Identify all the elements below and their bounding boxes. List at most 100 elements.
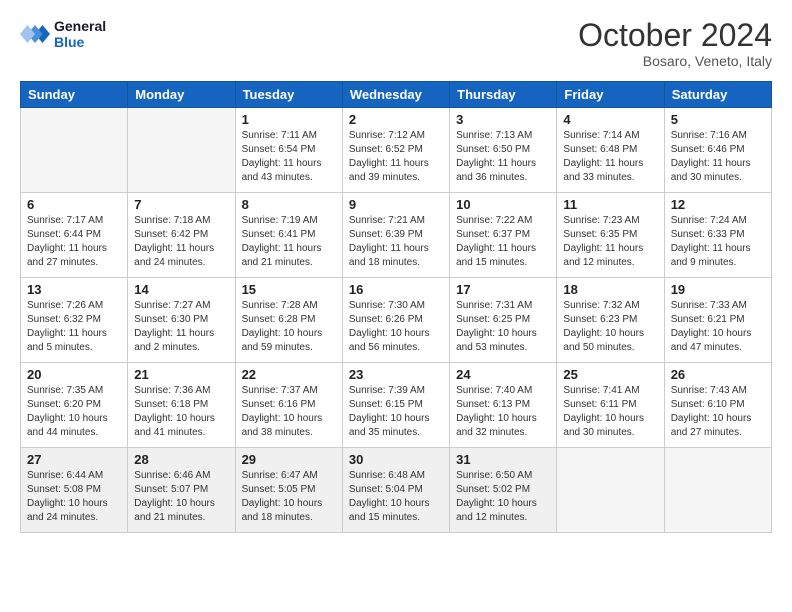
logo-text: General Blue [54, 18, 106, 50]
day-number: 21 [134, 367, 228, 382]
day-number: 8 [242, 197, 336, 212]
day-number: 14 [134, 282, 228, 297]
day-info: Sunrise: 7:35 AM Sunset: 6:20 PM Dayligh… [27, 384, 121, 440]
calendar-cell: 6 Sunrise: 7:17 AM Sunset: 6:44 PM Daylig… [21, 193, 128, 278]
day-number: 10 [456, 197, 550, 212]
day-info: Sunrise: 7:11 AM Sunset: 6:54 PM Dayligh… [242, 129, 336, 185]
day-number: 5 [671, 112, 765, 127]
day-info: Sunrise: 7:12 AM Sunset: 6:52 PM Dayligh… [349, 129, 443, 185]
calendar-cell: 29Sunrise: 6:47 AM Sunset: 5:05 PM Dayli… [235, 448, 342, 533]
calendar-cell: 17 Sunrise: 7:31 AM Sunset: 6:25 PM Dayli… [450, 278, 557, 363]
day-number: 24 [456, 367, 550, 382]
day-number: 2 [349, 112, 443, 127]
day-info: Sunrise: 7:18 AM Sunset: 6:42 PM Dayligh… [134, 214, 228, 270]
calendar-cell: 9 Sunrise: 7:21 AM Sunset: 6:39 PM Daylig… [342, 193, 449, 278]
day-info: Sunrise: 7:24 AM Sunset: 6:33 PM Dayligh… [671, 214, 765, 270]
calendar-cell: 18Sunrise: 7:32 AM Sunset: 6:23 PM Dayli… [557, 278, 664, 363]
day-info: Sunrise: 6:47 AM Sunset: 5:05 PM Dayligh… [242, 469, 336, 525]
calendar-cell: 10 Sunrise: 7:22 AM Sunset: 6:37 PM Dayli… [450, 193, 557, 278]
calendar-cell: 30Sunrise: 6:48 AM Sunset: 5:04 PM Dayli… [342, 448, 449, 533]
header: General Blue October 2024 Bosaro, Veneto… [20, 18, 772, 69]
day-info: Sunrise: 7:31 AM Sunset: 6:25 PM Dayligh… [456, 299, 550, 355]
day-number: 20 [27, 367, 121, 382]
day-number: 6 [27, 197, 121, 212]
day-number: 25 [563, 367, 657, 382]
day-number: 9 [349, 197, 443, 212]
calendar-cell: 20 Sunrise: 7:35 AM Sunset: 6:20 PM Dayli… [21, 363, 128, 448]
day-info: Sunrise: 7:43 AM Sunset: 6:10 PM Dayligh… [671, 384, 765, 440]
calendar-cell: 25Sunrise: 7:41 AM Sunset: 6:11 PM Dayli… [557, 363, 664, 448]
weekday-header-wednesday: Wednesday [342, 82, 449, 108]
calendar-cell: 15 Sunrise: 7:28 AM Sunset: 6:28 PM Dayli… [235, 278, 342, 363]
day-info: Sunrise: 7:33 AM Sunset: 6:21 PM Dayligh… [671, 299, 765, 355]
calendar-cell: 31 Sunrise: 6:50 AM Sunset: 5:02 PM Dayli… [450, 448, 557, 533]
day-number: 30 [349, 452, 443, 467]
day-number: 1 [242, 112, 336, 127]
day-info: Sunrise: 6:50 AM Sunset: 5:02 PM Dayligh… [456, 469, 550, 525]
day-info: Sunrise: 7:19 AM Sunset: 6:41 PM Dayligh… [242, 214, 336, 270]
day-number: 13 [27, 282, 121, 297]
day-number: 11 [563, 197, 657, 212]
day-info: Sunrise: 7:28 AM Sunset: 6:28 PM Dayligh… [242, 299, 336, 355]
calendar-cell: 14 Sunrise: 7:27 AM Sunset: 6:30 PM Dayli… [128, 278, 235, 363]
day-number: 23 [349, 367, 443, 382]
calendar-cell: 19 Sunrise: 7:33 AM Sunset: 6:21 PM Dayli… [664, 278, 771, 363]
day-number: 28 [134, 452, 228, 467]
day-info: Sunrise: 7:37 AM Sunset: 6:16 PM Dayligh… [242, 384, 336, 440]
day-number: 31 [456, 452, 550, 467]
weekday-header-monday: Monday [128, 82, 235, 108]
day-info: Sunrise: 7:14 AM Sunset: 6:48 PM Dayligh… [563, 129, 657, 185]
calendar-cell: 22 Sunrise: 7:37 AM Sunset: 6:16 PM Dayli… [235, 363, 342, 448]
weekday-header-saturday: Saturday [664, 82, 771, 108]
day-info: Sunrise: 7:26 AM Sunset: 6:32 PM Dayligh… [27, 299, 121, 355]
day-info: Sunrise: 7:17 AM Sunset: 6:44 PM Dayligh… [27, 214, 121, 270]
calendar-cell: 11 Sunrise: 7:23 AM Sunset: 6:35 PM Dayli… [557, 193, 664, 278]
week-row-4: 27 Sunrise: 6:44 AM Sunset: 5:08 PM Dayli… [21, 448, 772, 533]
calendar-cell: 24 Sunrise: 7:40 AM Sunset: 6:13 PM Dayli… [450, 363, 557, 448]
calendar-cell: 28 Sunrise: 6:46 AM Sunset: 5:07 PM Dayli… [128, 448, 235, 533]
day-number: 17 [456, 282, 550, 297]
calendar-cell: 23Sunrise: 7:39 AM Sunset: 6:15 PM Dayli… [342, 363, 449, 448]
day-info: Sunrise: 7:40 AM Sunset: 6:13 PM Dayligh… [456, 384, 550, 440]
weekday-header-row: SundayMondayTuesdayWednesdayThursdayFrid… [21, 82, 772, 108]
day-number: 27 [27, 452, 121, 467]
month-title: October 2024 [578, 18, 772, 53]
day-info: Sunrise: 7:23 AM Sunset: 6:35 PM Dayligh… [563, 214, 657, 270]
calendar: SundayMondayTuesdayWednesdayThursdayFrid… [20, 81, 772, 533]
calendar-cell: 16Sunrise: 7:30 AM Sunset: 6:26 PM Dayli… [342, 278, 449, 363]
calendar-cell: 27 Sunrise: 6:44 AM Sunset: 5:08 PM Dayli… [21, 448, 128, 533]
calendar-cell: 5 Sunrise: 7:16 AM Sunset: 6:46 PM Daylig… [664, 108, 771, 193]
week-row-0: 1 Sunrise: 7:11 AM Sunset: 6:54 PM Daylig… [21, 108, 772, 193]
day-number: 22 [242, 367, 336, 382]
day-number: 7 [134, 197, 228, 212]
weekday-header-sunday: Sunday [21, 82, 128, 108]
calendar-cell: 21 Sunrise: 7:36 AM Sunset: 6:18 PM Dayli… [128, 363, 235, 448]
week-row-1: 6 Sunrise: 7:17 AM Sunset: 6:44 PM Daylig… [21, 193, 772, 278]
day-info: Sunrise: 7:21 AM Sunset: 6:39 PM Dayligh… [349, 214, 443, 270]
day-info: Sunrise: 7:22 AM Sunset: 6:37 PM Dayligh… [456, 214, 550, 270]
calendar-cell: 12 Sunrise: 7:24 AM Sunset: 6:33 PM Dayli… [664, 193, 771, 278]
calendar-cell: 13 Sunrise: 7:26 AM Sunset: 6:32 PM Dayli… [21, 278, 128, 363]
day-number: 3 [456, 112, 550, 127]
day-number: 15 [242, 282, 336, 297]
calendar-cell: 2 Sunrise: 7:12 AM Sunset: 6:52 PM Daylig… [342, 108, 449, 193]
calendar-cell: 8 Sunrise: 7:19 AM Sunset: 6:41 PM Daylig… [235, 193, 342, 278]
day-number: 4 [563, 112, 657, 127]
day-info: Sunrise: 6:46 AM Sunset: 5:07 PM Dayligh… [134, 469, 228, 525]
title-block: October 2024 Bosaro, Veneto, Italy [578, 18, 772, 69]
day-number: 19 [671, 282, 765, 297]
week-row-2: 13 Sunrise: 7:26 AM Sunset: 6:32 PM Dayli… [21, 278, 772, 363]
weekday-header-tuesday: Tuesday [235, 82, 342, 108]
day-info: Sunrise: 6:44 AM Sunset: 5:08 PM Dayligh… [27, 469, 121, 525]
calendar-cell [664, 448, 771, 533]
week-row-3: 20 Sunrise: 7:35 AM Sunset: 6:20 PM Dayli… [21, 363, 772, 448]
calendar-cell: 3 Sunrise: 7:13 AM Sunset: 6:50 PM Daylig… [450, 108, 557, 193]
day-info: Sunrise: 7:13 AM Sunset: 6:50 PM Dayligh… [456, 129, 550, 185]
day-info: Sunrise: 7:16 AM Sunset: 6:46 PM Dayligh… [671, 129, 765, 185]
calendar-cell: 1 Sunrise: 7:11 AM Sunset: 6:54 PM Daylig… [235, 108, 342, 193]
day-info: Sunrise: 7:36 AM Sunset: 6:18 PM Dayligh… [134, 384, 228, 440]
location: Bosaro, Veneto, Italy [578, 53, 772, 69]
calendar-cell [21, 108, 128, 193]
day-info: Sunrise: 7:27 AM Sunset: 6:30 PM Dayligh… [134, 299, 228, 355]
day-number: 12 [671, 197, 765, 212]
